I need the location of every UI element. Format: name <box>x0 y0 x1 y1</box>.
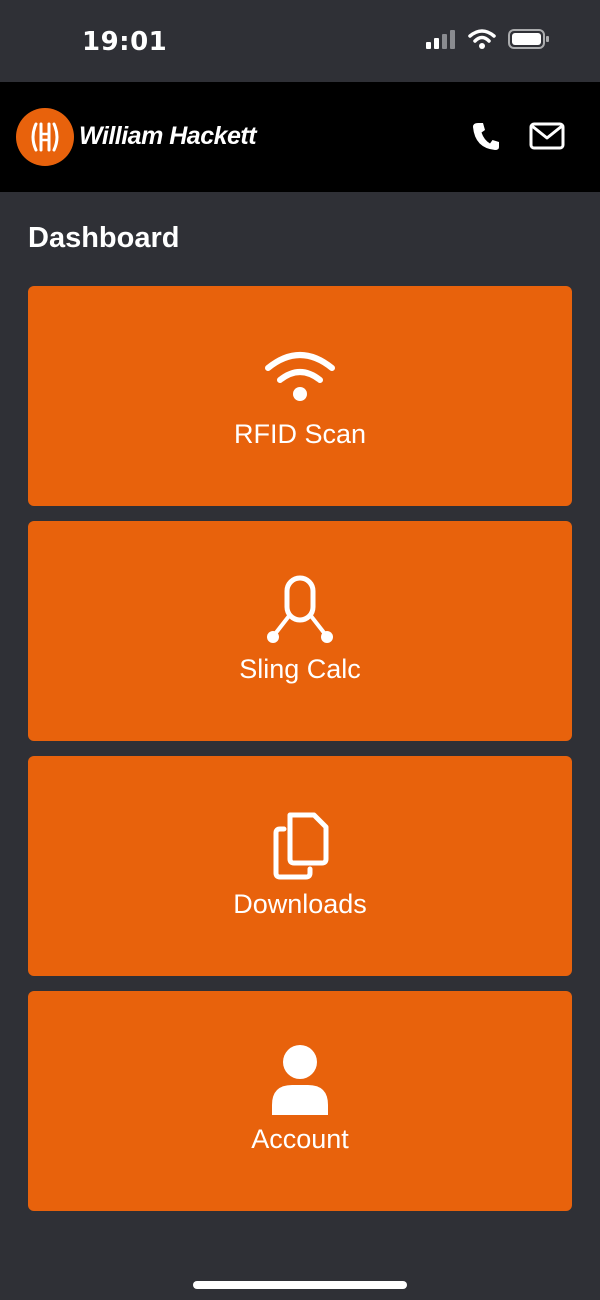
signal-icon <box>426 29 456 54</box>
account-tile[interactable]: Account <box>28 991 572 1211</box>
status-bar: 19:01 <box>0 0 600 82</box>
home-indicator[interactable] <box>193 1281 407 1289</box>
battery-icon <box>508 28 550 55</box>
wifi-icon <box>468 28 496 55</box>
rfid-scan-label: RFID Scan <box>233 419 367 449</box>
rfid-scan-tile[interactable]: RFID Scan <box>28 286 572 506</box>
user-icon <box>28 1043 572 1115</box>
page-title: Dashboard <box>28 222 180 254</box>
downloads-label: Downloads <box>233 889 367 919</box>
sling-calc-tile[interactable]: Sling Calc <box>28 521 572 741</box>
documents-icon <box>28 811 572 881</box>
email-button[interactable] <box>529 120 565 156</box>
downloads-tile[interactable]: Downloads <box>28 756 572 976</box>
account-label: Account <box>251 1124 349 1154</box>
app-header: William Hackett <box>0 82 600 192</box>
status-icons <box>426 28 550 54</box>
status-time: 19:01 <box>82 27 168 57</box>
phone-icon <box>472 121 500 156</box>
phone-button[interactable] <box>468 120 504 156</box>
brand-name: William Hackett <box>79 122 257 150</box>
mail-icon <box>529 122 565 155</box>
wifi-icon <box>28 351 572 403</box>
sling-calc-label: Sling Calc <box>239 654 361 684</box>
sling-icon <box>28 574 572 646</box>
logo-icon <box>16 108 74 166</box>
